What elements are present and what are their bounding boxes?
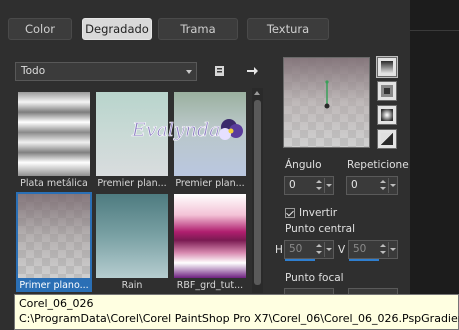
gallery-item-label: Premier plan... bbox=[175, 178, 245, 189]
tab-pattern[interactable]: Trama bbox=[158, 18, 238, 40]
gradient-preview[interactable] bbox=[283, 57, 370, 148]
gallery-item-metallic[interactable]: Plata metálica bbox=[16, 90, 92, 190]
style-rectangular-button[interactable] bbox=[377, 81, 397, 101]
chevron-down-icon[interactable] bbox=[324, 242, 333, 257]
tooltip: Corel_06_026 C:\ProgramData\Corel\Corel … bbox=[14, 294, 459, 330]
tooltip-path: C:\ProgramData\Corel\Corel PaintShop Pro… bbox=[19, 312, 459, 325]
spinner-arrows-icon[interactable] bbox=[379, 178, 387, 193]
library-icon[interactable] bbox=[212, 63, 228, 79]
center-v-label: V bbox=[338, 244, 346, 256]
chevron-down-icon bbox=[186, 70, 192, 74]
spinner-arrows-icon[interactable] bbox=[379, 242, 387, 257]
svg-text:Evalynda: Evalynda bbox=[131, 119, 220, 141]
chevron-down-icon[interactable] bbox=[388, 178, 397, 193]
angle-spinner[interactable]: 0 bbox=[284, 176, 334, 195]
category-dropdown-value: Todo bbox=[21, 65, 46, 77]
gallery-item-rain[interactable]: Rain bbox=[94, 192, 170, 292]
scrollbar-thumb[interactable] bbox=[254, 100, 261, 285]
gradient-thumbnail bbox=[18, 194, 90, 278]
tab-gradient[interactable]: Degradado bbox=[82, 18, 152, 40]
gradient-thumbnail bbox=[18, 92, 90, 176]
repeats-spinner[interactable]: 0 bbox=[346, 176, 398, 195]
center-v-spinner[interactable]: 50 bbox=[348, 240, 398, 259]
repeats-value: 0 bbox=[351, 179, 358, 191]
material-properties-dialog: Color Degradado Trama Textura Todo Plata… bbox=[0, 0, 459, 330]
tab-bar: Color Degradado Trama Textura bbox=[0, 14, 410, 42]
gradient-thumbnail bbox=[174, 194, 246, 278]
tooltip-name: Corel_06_026 bbox=[19, 297, 94, 310]
gallery-item-magenta[interactable]: RBF_grd_tut... bbox=[172, 192, 248, 292]
style-sunburst-button[interactable] bbox=[377, 105, 397, 125]
chevron-down-icon[interactable] bbox=[388, 242, 397, 257]
scroll-up-icon[interactable] bbox=[254, 91, 260, 95]
spinner-arrows-icon[interactable] bbox=[315, 178, 323, 193]
gallery-item-transparent-fade[interactable]: Primer plano... bbox=[16, 192, 92, 292]
divider bbox=[410, 30, 459, 31]
gallery-scrollbar[interactable] bbox=[252, 88, 263, 293]
center-point-label: Punto central bbox=[285, 223, 356, 235]
chevron-down-icon[interactable] bbox=[324, 178, 333, 193]
spinner-arrows-icon[interactable] bbox=[315, 242, 323, 257]
gallery-item-label: Premier plan... bbox=[97, 178, 167, 189]
style-radial-button[interactable] bbox=[377, 129, 397, 149]
category-dropdown[interactable]: Todo bbox=[15, 62, 197, 81]
center-h-label: H bbox=[275, 244, 283, 256]
invert-checkbox[interactable] bbox=[285, 208, 295, 218]
gallery-item-label: Primer plano... bbox=[19, 280, 89, 291]
gradient-thumbnail bbox=[96, 194, 168, 278]
side-panel bbox=[410, 0, 459, 330]
tab-color[interactable]: Color bbox=[8, 18, 72, 40]
tab-texture[interactable]: Textura bbox=[247, 18, 329, 40]
focal-point-label: Punto focal bbox=[285, 272, 344, 284]
center-v-slider[interactable] bbox=[349, 259, 379, 261]
gallery-item-label: Rain bbox=[121, 280, 143, 291]
angle-value: 0 bbox=[289, 179, 296, 191]
invert-label: Invertir bbox=[299, 207, 338, 219]
center-h-slider[interactable] bbox=[285, 259, 315, 261]
gallery-item-label: RBF_grd_tut... bbox=[176, 280, 244, 291]
gradient-angle-handle-icon[interactable] bbox=[320, 78, 334, 114]
center-h-spinner[interactable]: 50 bbox=[284, 240, 334, 259]
repeats-label: Repeticione bbox=[347, 159, 409, 171]
center-v-value: 50 bbox=[353, 243, 367, 255]
gallery-item-label: Plata metálica bbox=[20, 178, 88, 189]
watermark-logo: Evalynda bbox=[131, 119, 243, 141]
style-linear-button[interactable] bbox=[376, 56, 398, 78]
center-h-value: 50 bbox=[289, 243, 303, 255]
angle-label: Ángulo bbox=[285, 159, 322, 171]
right-arrow-icon[interactable] bbox=[244, 63, 260, 79]
